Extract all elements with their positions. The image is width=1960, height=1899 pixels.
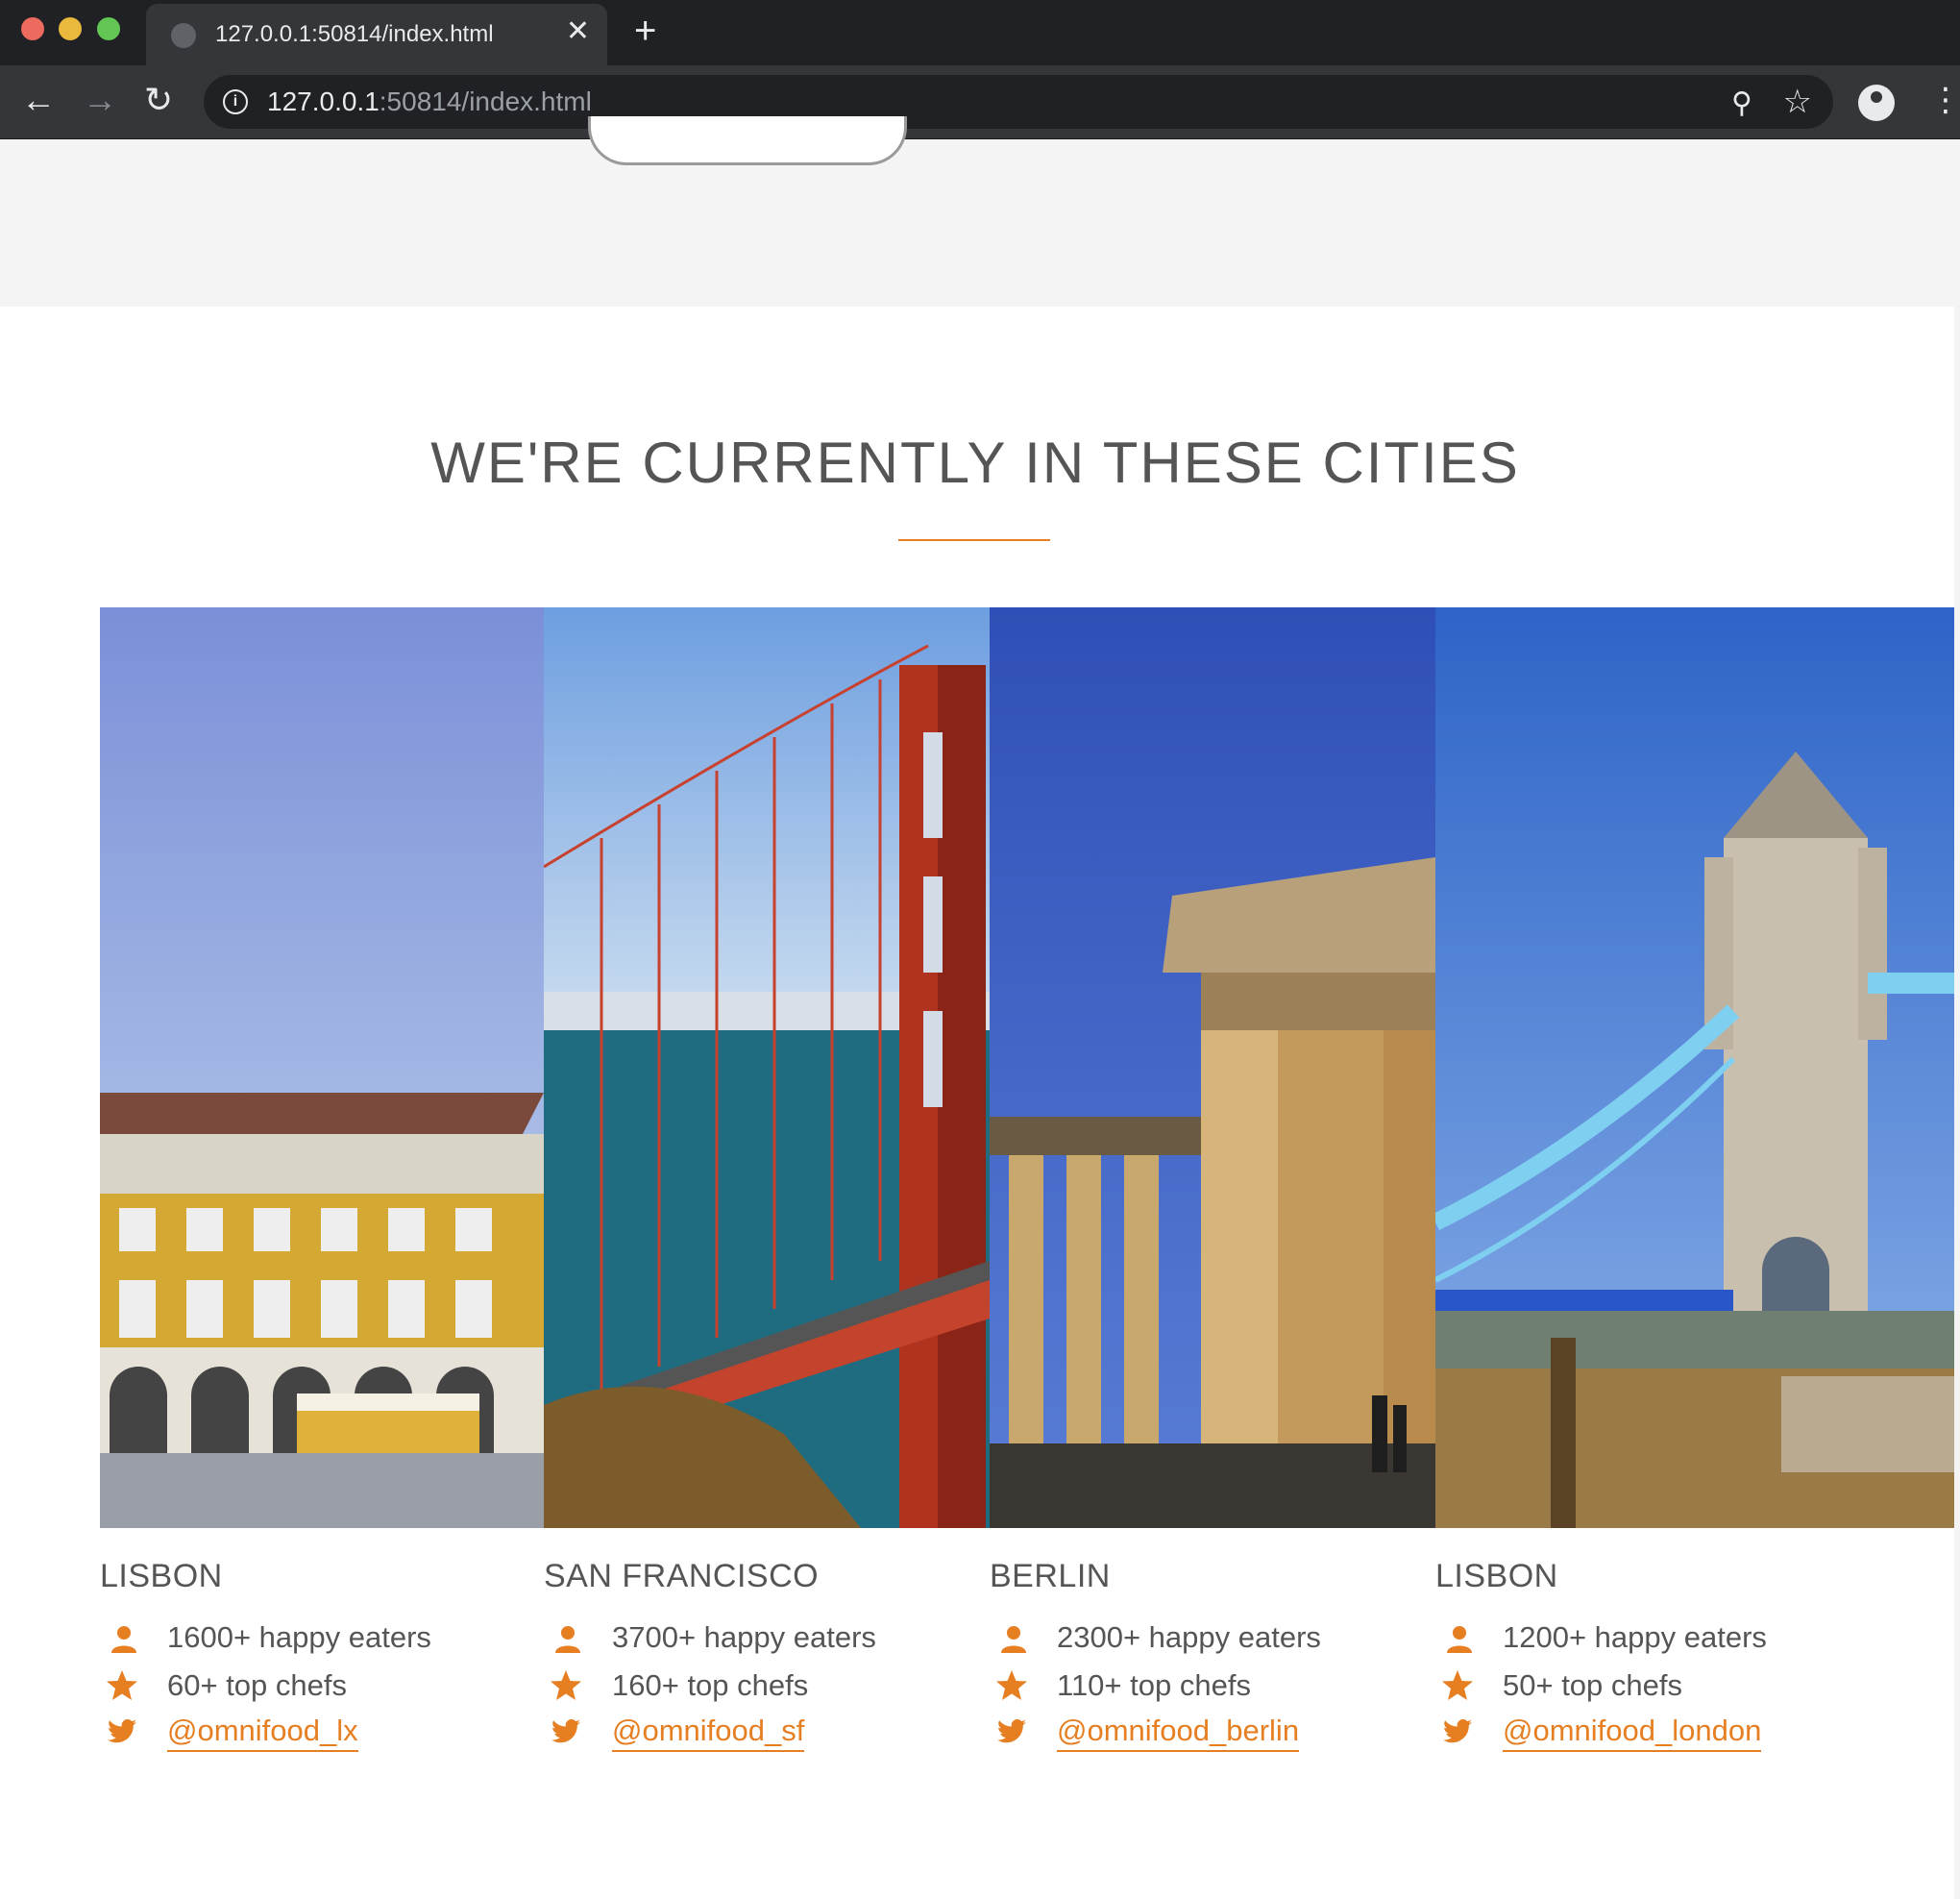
- close-tab-icon[interactable]: ✕: [566, 17, 590, 46]
- zoom-icon[interactable]: ⚲: [1731, 86, 1752, 120]
- twitter-icon: [106, 1715, 138, 1748]
- title-divider: [898, 539, 1050, 541]
- happy-eaters-text: 2300+ happy eaters: [1057, 1620, 1321, 1654]
- twitter-link-san-francisco[interactable]: @omnifood_sf: [612, 1714, 805, 1752]
- previous-section: [0, 116, 1960, 307]
- san-francisco-image: [544, 607, 990, 1528]
- lisbon-image: [100, 607, 544, 1528]
- twitter-icon: [1441, 1715, 1474, 1748]
- info-icon[interactable]: i: [223, 89, 248, 114]
- twitter-icon: [550, 1715, 582, 1748]
- city-photo-berlin: [990, 607, 1435, 1528]
- city-photo-london: [1435, 607, 1954, 1528]
- close-window-button[interactable]: [21, 17, 44, 40]
- cities-section: WE'RE CURRENTLY IN THESE CITIES LISBON 1…: [0, 307, 1960, 1899]
- phone-mockup-bottom: [588, 116, 907, 165]
- happy-eaters-text: 1600+ happy eaters: [167, 1620, 431, 1654]
- top-chefs-text: 50+ top chefs: [1503, 1668, 1682, 1702]
- berlin-image: [990, 607, 1435, 1528]
- top-chefs-text: 110+ top chefs: [1057, 1668, 1251, 1702]
- city-name: LISBON: [100, 1558, 223, 1594]
- address-bar[interactable]: i 127.0.0.1:50814/index.html ⚲ ☆: [204, 75, 1833, 129]
- twitter-link-lisbon[interactable]: @omnifood_lx: [167, 1714, 358, 1752]
- url-text[interactable]: 127.0.0.1:50814/index.html: [267, 86, 592, 117]
- tab-title: 127.0.0.1:50814/index.html: [215, 21, 494, 47]
- back-arrow-icon[interactable]: ←: [21, 81, 56, 119]
- person-icon: [1443, 1622, 1476, 1655]
- city-name: BERLIN: [990, 1558, 1111, 1594]
- browser-tab[interactable]: 127.0.0.1:50814/index.html ✕: [146, 4, 607, 65]
- bookmark-star-icon[interactable]: ☆: [1783, 83, 1812, 121]
- reload-icon[interactable]: ↻: [144, 81, 173, 119]
- top-chefs-text: 160+ top chefs: [612, 1668, 809, 1702]
- profile-avatar-icon[interactable]: [1858, 85, 1895, 121]
- city-name: LISBON: [1435, 1558, 1558, 1594]
- browser-menu-icon[interactable]: ⋮: [1929, 81, 1960, 119]
- new-tab-icon[interactable]: +: [634, 12, 656, 50]
- forward-arrow-icon[interactable]: →: [83, 81, 117, 119]
- happy-eaters-text: 1200+ happy eaters: [1503, 1620, 1767, 1654]
- city-name: SAN FRANCISCO: [544, 1558, 820, 1594]
- star-icon: [995, 1669, 1028, 1702]
- page-scroll-edge: [1954, 307, 1960, 1899]
- browser-tab-strip: 127.0.0.1:50814/index.html ✕ +: [0, 0, 1960, 65]
- star-icon: [550, 1669, 582, 1702]
- london-image: [1435, 607, 1954, 1528]
- section-title: WE'RE CURRENTLY IN THESE CITIES: [430, 431, 1520, 495]
- twitter-icon: [995, 1715, 1028, 1748]
- minimize-window-button[interactable]: [59, 17, 82, 40]
- star-icon: [106, 1669, 138, 1702]
- person-icon: [108, 1622, 140, 1655]
- globe-icon: [171, 23, 196, 48]
- top-chefs-text: 60+ top chefs: [167, 1668, 347, 1702]
- star-icon: [1441, 1669, 1474, 1702]
- city-photo-lisbon: [100, 607, 544, 1528]
- happy-eaters-text: 3700+ happy eaters: [612, 1620, 876, 1654]
- city-photo-san-francisco: [544, 607, 990, 1528]
- maximize-window-button[interactable]: [97, 17, 120, 40]
- twitter-link-berlin[interactable]: @omnifood_berlin: [1057, 1714, 1300, 1752]
- person-icon: [997, 1622, 1030, 1655]
- twitter-link-london[interactable]: @omnifood_london: [1503, 1714, 1762, 1752]
- browser-toolbar: ← → ↻ i 127.0.0.1:50814/index.html ⚲ ☆ ⋮: [0, 65, 1960, 139]
- person-icon: [551, 1622, 584, 1655]
